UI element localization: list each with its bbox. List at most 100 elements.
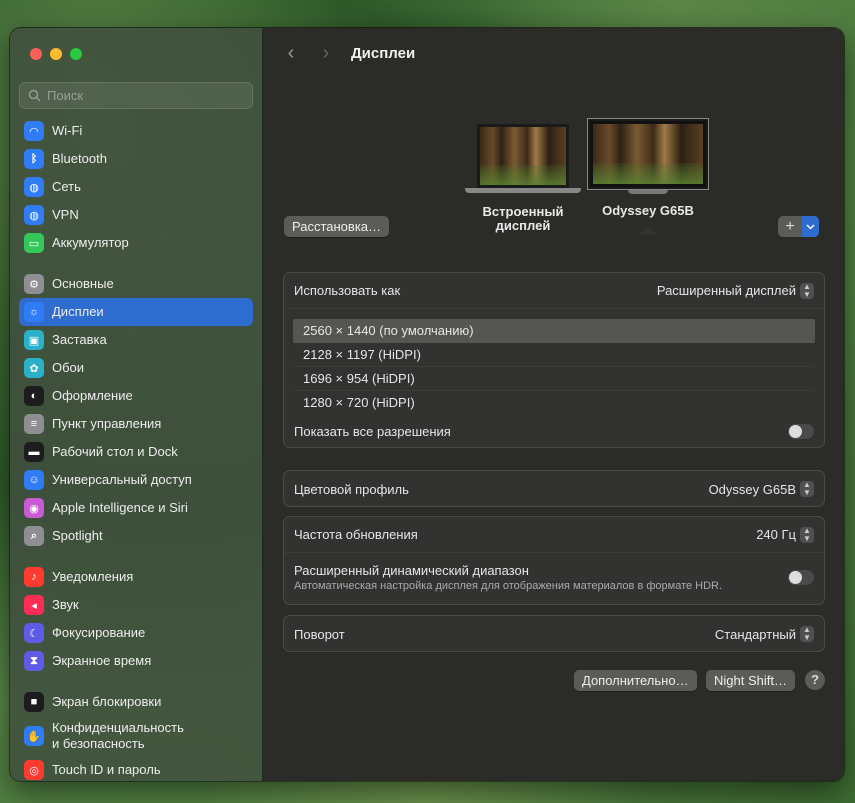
resolution-option[interactable]: 2128 × 1197 (HiDPI) [293,343,815,367]
rotation-row: Поворот Стандартный ▲ ▼ [284,616,824,652]
window-controls [30,48,82,60]
minimize-button[interactable] [50,48,62,60]
toolbar: ‹ › Дисплеи [263,28,844,80]
search-field[interactable] [19,82,253,109]
sidebar-item-label: Дисплеи [52,304,104,319]
main-pane: ‹ › Дисплеи Встроенный дисплей Odyssey G… [263,28,844,781]
sidebar-list: ◠ Wi-Fi ᛒ Bluetooth ◍ Сеть ◍ VPN ▭ Аккумулятор ⚙ Ос… [19,117,253,781]
sidebar-item[interactable]: ⌕ Spotlight [19,522,253,550]
resolution-option[interactable]: 2560 × 1440 (по умолчанию) [293,319,815,343]
close-button[interactable] [30,48,42,60]
magnifier-icon: ⌕ [24,526,44,546]
rotation-card: Поворот Стандартный ▲ ▼ [283,615,825,652]
vpn-globe-icon: ◍ [24,205,44,225]
battery-icon: ▭ [24,233,44,253]
rotation-label: Поворот [294,626,345,642]
hdr-toggle[interactable] [788,569,814,585]
color-profile-card: Цветовой профиль Odyssey G65B ▲ ▼ [283,470,825,507]
selection-pointer [639,226,657,235]
refresh-card: Частота обновления 240 Гц ▲ ▼ Расширенный… [283,516,825,605]
add-display-control[interactable]: + [778,216,819,237]
arrange-button[interactable]: Расстановка… [284,216,390,237]
builtin-display-label: Встроенный дисплей [482,204,564,233]
hdr-description: Автоматическая настройка дисплея для ото… [294,579,723,592]
popup-chevron-icon: ▲ ▼ [800,481,814,497]
refresh-popup[interactable]: 240 Гц ▲ ▼ [756,526,814,543]
sidebar-item-label: Рабочий стол и Dock [52,444,178,459]
color-profile-popup[interactable]: Odyssey G65B ▲ ▼ [709,481,814,497]
sidebar-item[interactable]: ◍ VPN [19,201,253,229]
show-all-row: Показать все разрешения [284,417,824,445]
sidebar-item[interactable]: ☺ Универсальный доступ [19,466,253,494]
sidebar-item-label: Wi-Fi [52,123,83,138]
page-title: Дисплеи [351,45,416,62]
sidebar-item[interactable]: ✿ Обои [19,354,253,382]
use-as-label: Использовать как [294,283,401,298]
advanced-button[interactable]: Дополнительно… [574,670,697,691]
sidebar-item[interactable]: ▣ Заставка [19,326,253,354]
laptop-base [465,188,581,193]
sidebar-item[interactable]: ☾ Фокусирование [19,619,253,647]
sidebar: ◠ Wi-Fi ᛒ Bluetooth ◍ Сеть ◍ VPN ▭ Аккумулятор ⚙ Ос… [10,28,263,781]
forward-button[interactable]: › [316,42,336,64]
sidebar-item-label: Touch ID и пароль [52,762,161,777]
sidebar-item[interactable]: ◍ Сеть [19,173,253,201]
chevron-down-icon[interactable] [802,216,819,237]
show-all-toggle[interactable] [788,423,814,439]
sidebar-item[interactable]: ◠ Wi-Fi [19,117,253,145]
rotation-popup[interactable]: Стандартный ▲ ▼ [715,626,814,642]
control-center-icon: ≡ [24,414,44,434]
color-profile-row: Цветовой профиль Odyssey G65B ▲ ▼ [284,471,824,507]
sidebar-item-label: Заставка [52,332,107,347]
sidebar-item[interactable]: ᛒ Bluetooth [19,145,253,173]
sidebar-item-label: Аккумулятор [52,235,129,250]
bell-icon: ♪ [24,567,44,587]
sun-icon: ☼ [24,302,44,322]
gear-icon: ⚙ [24,274,44,294]
external-display-tile[interactable]: Odyssey G65B [587,118,709,235]
use-as-popup[interactable]: Расширенный дисплей ▲ ▼ [657,282,814,299]
sidebar-item[interactable]: ♪ Уведомления [19,563,253,591]
sidebar-item[interactable]: ◎ Touch ID и пароль [19,756,253,781]
refresh-row: Частота обновления 240 Гц ▲ ▼ [284,517,824,553]
resolution-option[interactable]: 1696 × 954 (HiDPI) [293,367,815,391]
back-button[interactable]: ‹ [281,42,301,64]
builtin-display-tile[interactable]: Встроенный дисплей [463,124,583,233]
screensaver-icon: ▣ [24,330,44,350]
monitor-stand [628,190,668,194]
sidebar-item-label: Экранное время [52,653,152,668]
hdr-label: Расширенный динамический диапазон [294,562,529,578]
siri-icon: ◉ [24,498,44,518]
resolution-option[interactable]: 1280 × 720 (HiDPI) [293,391,815,415]
color-profile-value: Odyssey G65B [708,481,796,497]
sidebar-item[interactable]: ▭ Аккумулятор [19,229,253,257]
zoom-button[interactable] [70,48,82,60]
sidebar-item[interactable]: ■ Экран блокировки [19,688,253,716]
sidebar-item[interactable]: ⧗ Экранное время [19,647,253,675]
sidebar-item[interactable]: ◐ Оформление [19,382,253,410]
show-all-label: Показать все разрешения [294,423,451,439]
sidebar-item[interactable]: ◉ Apple Intelligence и Siri [19,494,253,522]
sidebar-item[interactable]: ≡ Пункт управления [19,410,253,438]
sidebar-item[interactable]: ◂ Звук [19,591,253,619]
hand-icon: ✋ [24,726,44,746]
sidebar-item-label: Универсальный доступ [52,472,192,487]
search-input[interactable] [47,88,237,103]
sidebar-item-label: Экран блокировки [52,694,162,709]
sidebar-item[interactable]: ▬ Рабочий стол и Dock [19,438,253,466]
add-icon[interactable]: + [778,216,802,237]
sidebar-item-label: Уведомления [52,569,134,584]
bluetooth-icon: ᛒ [24,149,44,169]
sidebar-item-label: Apple Intelligence и Siri [52,500,188,515]
night-shift-button[interactable]: Night Shift… [706,670,795,691]
sidebar-item[interactable]: ✋ Конфиденциальность и безопасность [19,716,253,756]
builtin-display-image [477,124,569,188]
sidebar-item-label: Звук [52,597,79,612]
sidebar-item[interactable]: ☼ Дисплеи [19,298,253,326]
sidebar-item[interactable]: ⚙ Основные [19,270,253,298]
popup-chevron-icon: ▲ ▼ [800,526,814,543]
dock-icon: ▬ [24,442,44,462]
help-button[interactable]: ? [805,670,825,690]
refresh-label: Частота обновления [294,527,418,542]
